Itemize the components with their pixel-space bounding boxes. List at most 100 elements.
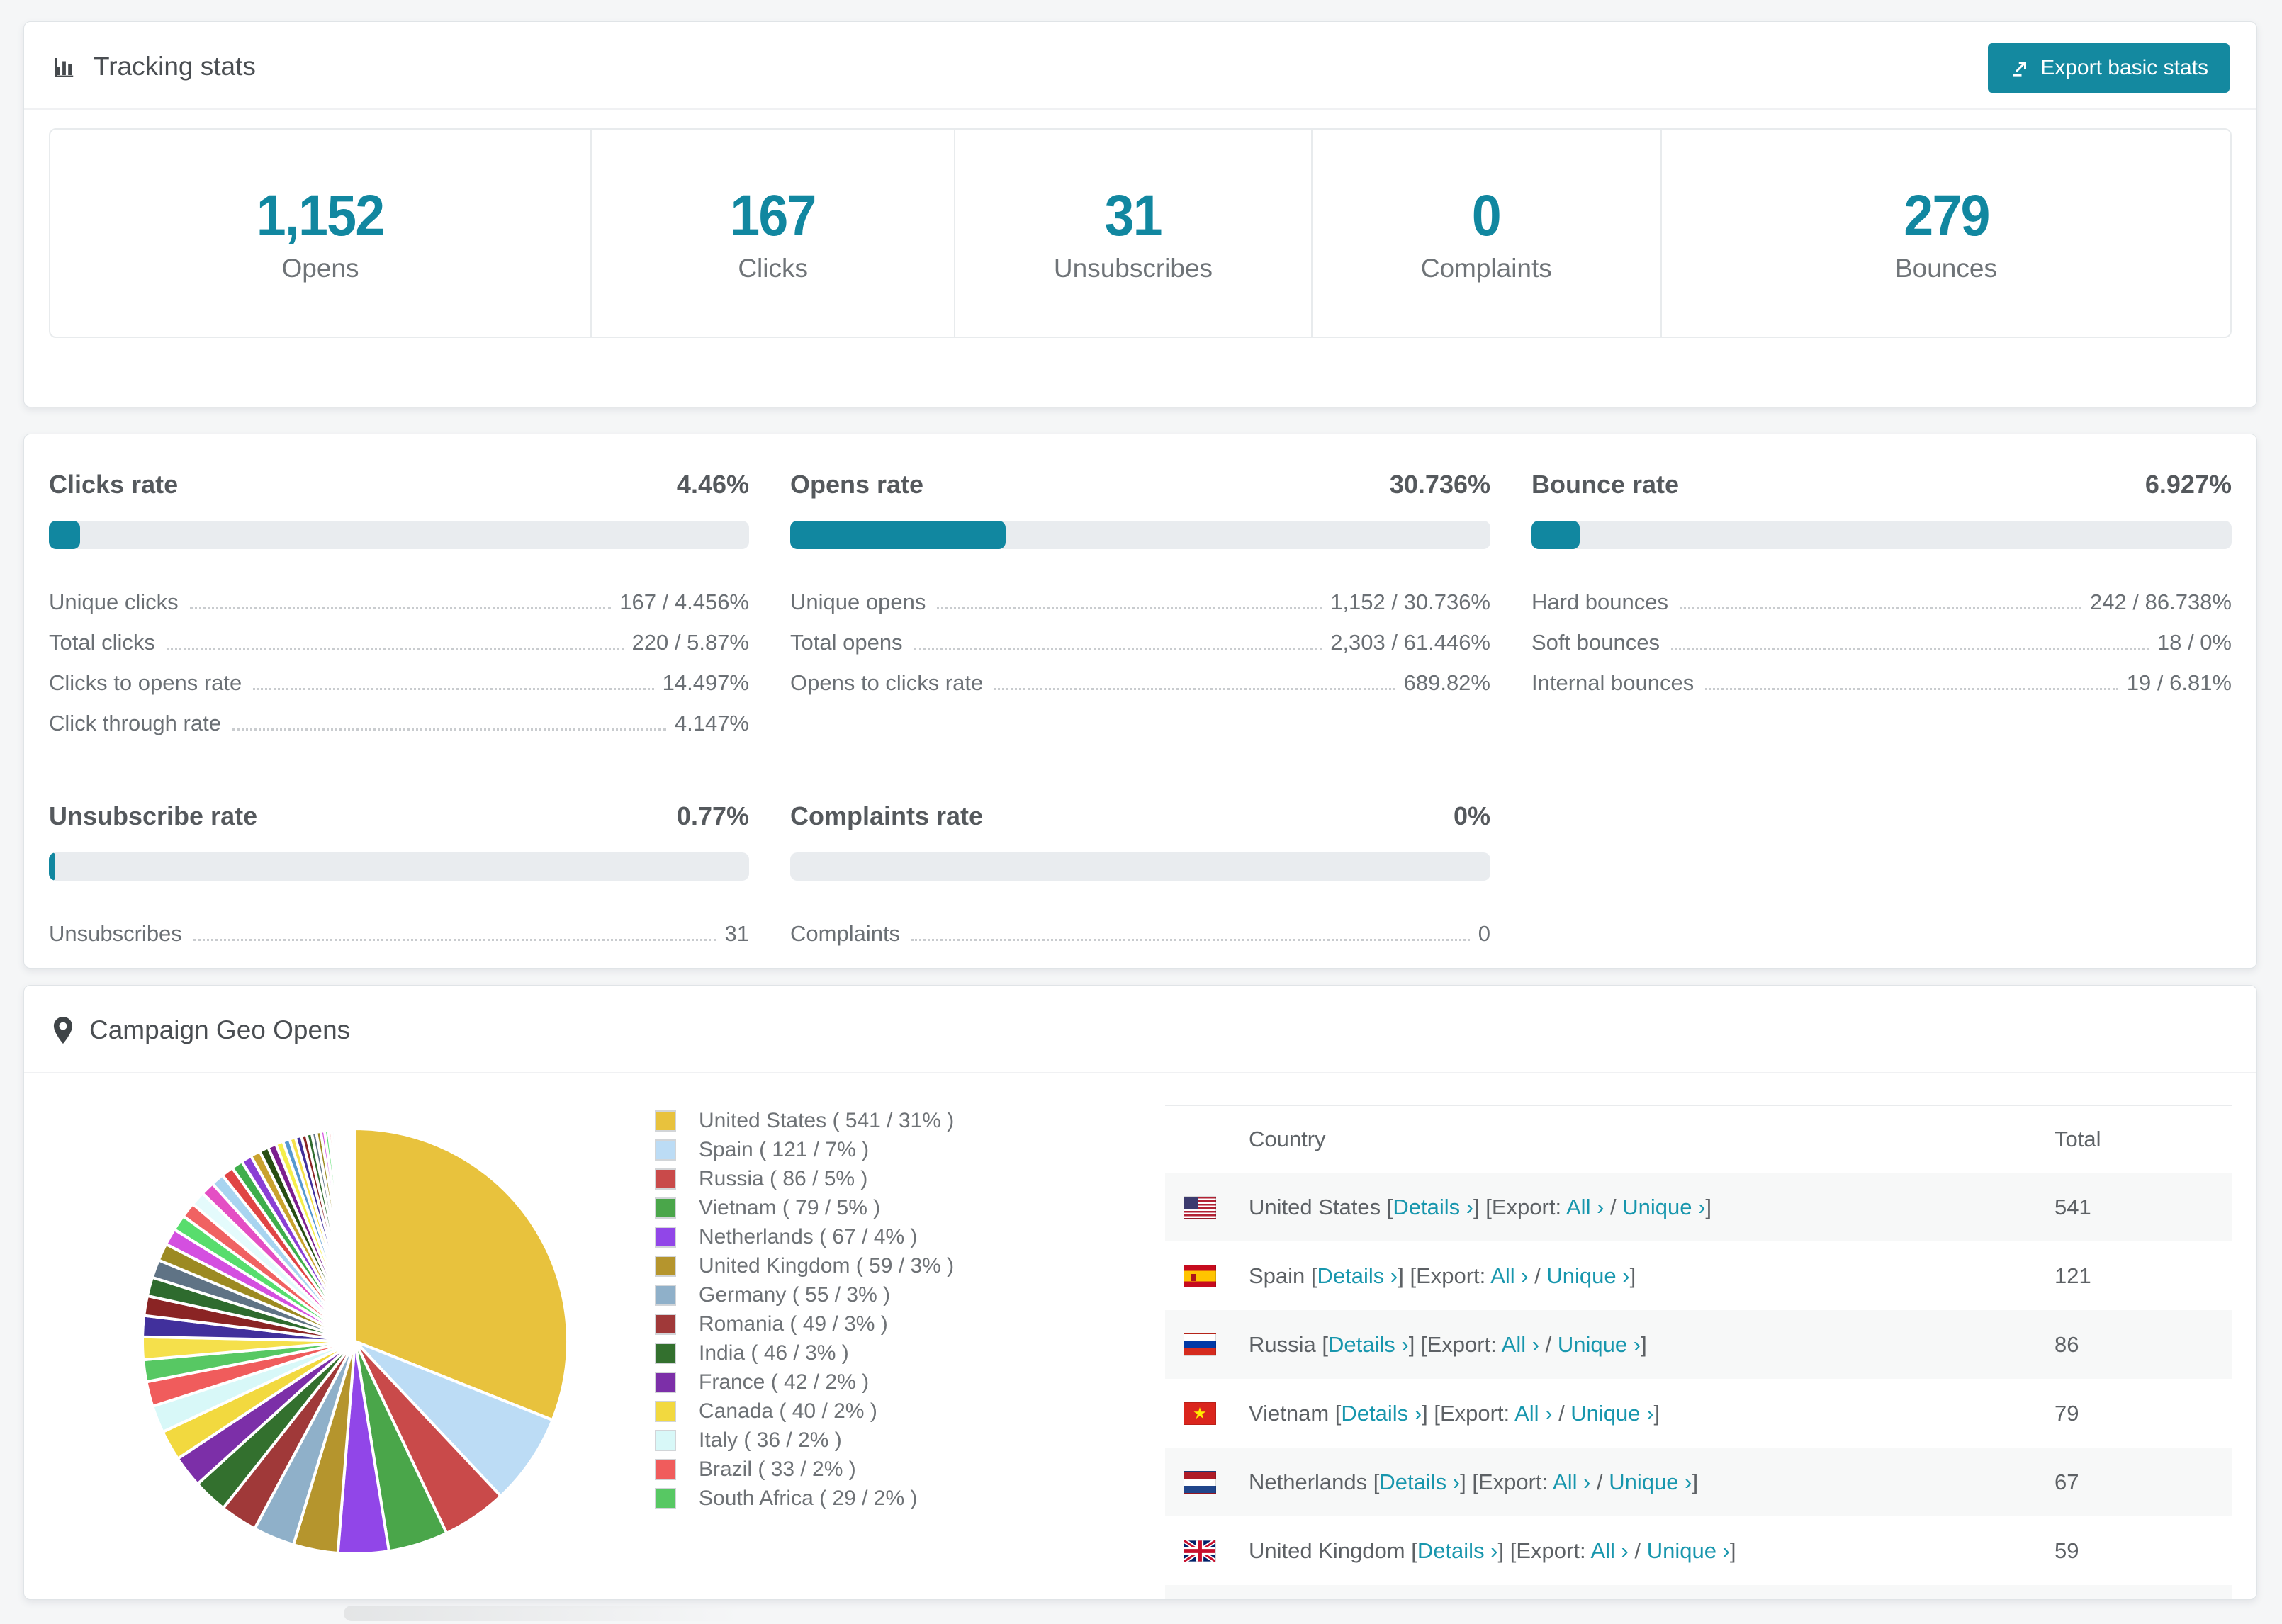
legend-swatch [655,1168,676,1190]
details-link[interactable]: Details › [1393,1195,1473,1219]
stat-clicks: 167 Clicks [592,130,956,337]
country-name: Russia [1249,1331,1316,1357]
dotted-leader [1680,607,2082,609]
geo-table-row-united-states: United States [Details ›] [Export: All ›… [1165,1173,2232,1241]
rate-row-opens-to-clicks-rate: Opens to clicks rate 689.82% [790,655,1490,696]
flag-ru-icon [1184,1333,1216,1356]
geo-table-header-country: Country [1249,1127,1326,1151]
geo-table-row-vietnam: ★ Vietnam [Details ›] [Export: All › / Un… [1165,1379,2232,1448]
stat-opens: 1,152 Opens [50,130,592,337]
rate-progress-bar [49,521,749,549]
country-cell: United Kingdom [Details ›] [Export: All … [1249,1538,1736,1563]
legend-item-united-kingdom: United Kingdom ( 59 / 3% ) [655,1251,1165,1280]
rate-value: 30.736% [1389,470,1490,499]
legend-swatch [655,1313,676,1335]
export-unique-link[interactable]: Unique › [1558,1332,1641,1357]
rate-title: Bounce rate [1531,470,1680,499]
export-all-link[interactable]: All › [1590,1538,1628,1563]
country-name: United States [1249,1194,1381,1219]
details-link[interactable]: Details › [1317,1263,1398,1288]
geo-table-header-total: Total [2055,1127,2101,1151]
rate-title: Clicks rate [49,470,179,499]
rate-row-value: 689.82% [1403,670,1490,695]
details-link[interactable]: Details › [1341,1401,1422,1426]
geo-pie-area [49,1073,655,1569]
country-cell: Russia [Details ›] [Export: All › / Uniq… [1249,1331,1647,1357]
rate-progress-bar [790,521,1490,549]
legend-item-vietnam: Vietnam ( 79 / 5% ) [655,1193,1165,1222]
export-all-link[interactable]: All › [1514,1401,1552,1426]
rate-head-opens-rate: Opens rate 30.736% [790,470,1490,500]
rate-progress-bar [790,852,1490,881]
rate-value: 6.927% [2145,470,2232,499]
bounces-count: 279 [1903,184,1990,248]
legend-item-romania: Romania ( 49 / 3% ) [655,1309,1165,1338]
flag-cell: ★ [1165,1402,1249,1425]
rate-progress-fill [1531,521,1580,549]
export-unique-link[interactable]: Unique › [1647,1538,1730,1563]
export-all-link[interactable]: All › [1566,1195,1604,1219]
rate-row-label: Unsubscribes [49,921,182,946]
rate-row-label: Soft bounces [1531,630,1660,655]
rate-section-opens-rate: Opens rate 30.736% Unique opens 1,152 / 30.… [790,470,1490,736]
details-link[interactable]: Details › [1379,1470,1460,1494]
rate-row-value: 19 / 6.81% [2126,670,2232,695]
export-basic-stats-button[interactable]: Export basic stats [1988,43,2230,93]
geo-table-row-spain: Spain [Details ›] [Export: All › / Uniqu… [1165,1241,2232,1310]
legend-swatch [655,1284,676,1306]
rate-head-clicks-rate: Clicks rate 4.46% [49,470,749,500]
rate-title: Opens rate [790,470,924,499]
export-unique-link[interactable]: Unique › [1622,1195,1705,1219]
flag-cell [1165,1470,1249,1494]
details-link[interactable]: Details › [1417,1538,1498,1563]
total-cell: 79 [2055,1400,2079,1426]
geo-pie-legend: United States ( 541 / 31% ) Spain ( 121 /… [655,1106,1165,1513]
legend-label: South Africa ( 29 / 2% ) [699,1486,918,1510]
rate-row-value: 1,152 / 30.736% [1330,590,1490,614]
geo-opens-pie-chart[interactable] [134,1102,580,1569]
legend-swatch [655,1429,676,1451]
country-name: Spain [1249,1263,1305,1288]
pie-slice-other-60[interactable] [352,1127,356,1343]
tracking-stats-card: Tracking stats Export basic stats 1,152 … [23,21,2257,407]
rates-grid: Clicks rate 4.46% Unique clicks 167 / 4.456… [24,434,2256,982]
export-all-link[interactable]: All › [1553,1470,1590,1494]
rate-row-value: 167 / 4.456% [619,590,749,614]
flag-us-icon [1184,1195,1216,1219]
rate-row-label: Complaints [790,921,901,946]
export-all-link[interactable]: All › [1490,1263,1528,1288]
geo-table-row-russia: Russia [Details ›] [Export: All › / Uniq… [1165,1310,2232,1379]
details-link[interactable]: Details › [1328,1332,1409,1357]
dotted-leader [1705,688,2118,690]
rate-row-label: Total opens [790,630,903,655]
legend-swatch [655,1110,676,1132]
rate-title: Complaints rate [790,801,984,830]
country-cell: Vietnam [Details ›] [Export: All › / Uni… [1249,1400,1660,1426]
rate-row-click-through-rate: Click through rate 4.147% [49,696,749,736]
dotted-leader [914,648,1322,650]
export-all-link[interactable]: All › [1502,1332,1539,1357]
country-name: United Kingdom [1249,1538,1405,1563]
tracking-stats-title: Tracking stats [94,52,256,81]
legend-label: Brazil ( 33 / 2% ) [699,1457,856,1481]
legend-swatch [655,1487,676,1509]
dotted-leader [253,688,654,690]
country-cell: Spain [Details ›] [Export: All › / Uniqu… [1249,1263,1636,1288]
rate-rows: Complaints 0 [790,906,1490,947]
legend-swatch [655,1255,676,1277]
opens-label: Opens [281,254,359,283]
rate-value: 0% [1453,801,1490,830]
export-unique-link[interactable]: Unique › [1546,1263,1629,1288]
geo-table-row-united-kingdom: United Kingdom [Details ›] [Export: All … [1165,1516,2232,1585]
dotted-leader [994,688,1395,690]
campaign-geo-opens-header: Campaign Geo Opens [24,986,2256,1073]
legend-label: Romania ( 49 / 3% ) [699,1312,888,1336]
legend-item-france: France ( 42 / 2% ) [655,1368,1165,1397]
rate-row-value: 242 / 86.738% [2090,590,2232,614]
export-unique-link[interactable]: Unique › [1609,1470,1692,1494]
rate-value: 0.77% [676,801,749,830]
export-unique-link[interactable]: Unique › [1570,1401,1653,1426]
rate-row-label: Unique clicks [49,590,179,614]
rate-row-complaints: Complaints 0 [790,906,1490,947]
legend-item-united-states: United States ( 541 / 31% ) [655,1106,1165,1135]
